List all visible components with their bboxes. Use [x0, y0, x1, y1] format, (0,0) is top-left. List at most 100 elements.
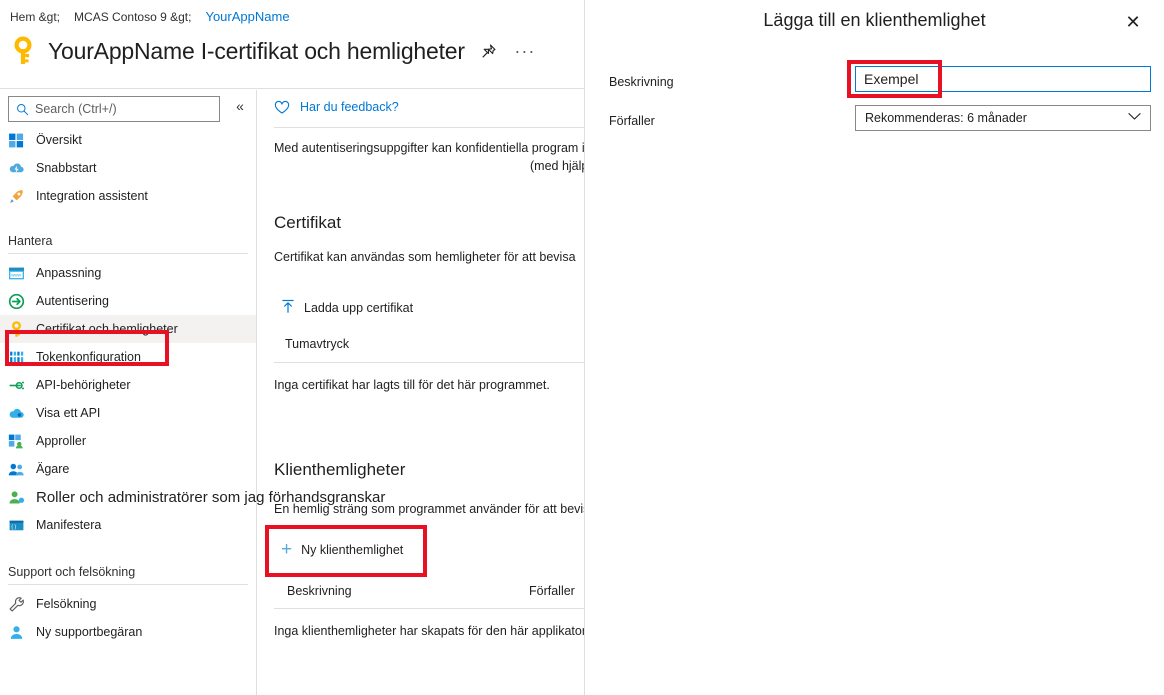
certificates-table-divider [274, 362, 584, 363]
sidebar-item-api-behorigheter[interactable]: API-behörigheter [0, 371, 256, 399]
client-secrets-column-expires: Förfaller [529, 584, 575, 598]
token-bars-icon [8, 349, 25, 366]
sidebar-item-tokenkonfiguration[interactable]: Tokenkonfiguration [0, 343, 256, 371]
sidebar-item-label: Snabbstart [36, 160, 97, 175]
sidebar-group-manage-title: Hantera [8, 234, 53, 248]
sidebar-group-divider-2 [8, 584, 248, 585]
header-divider [0, 88, 584, 89]
sidebar-item-visa-ett-api[interactable]: Visa ett API [0, 399, 256, 427]
key-icon [10, 36, 36, 66]
app-roles-icon [8, 433, 25, 450]
sidebar-item-certifikat-och-hemligheter[interactable]: Certifikat och hemligheter [0, 315, 256, 343]
key-icon [8, 320, 25, 338]
sidebar-item-anpassning[interactable]: www Anpassning [0, 259, 256, 287]
new-client-secret-button[interactable]: + Ny klienthemlighet [281, 539, 404, 560]
sidebar-group-divider [8, 253, 248, 254]
nav-spacer-2 [0, 539, 256, 557]
owners-people-icon [8, 461, 25, 478]
cloud-lightning-icon [8, 160, 25, 177]
upload-certificate-label: Ladda upp certifikat [304, 301, 414, 315]
client-secrets-table-divider [274, 608, 584, 609]
rocket-icon [8, 188, 25, 205]
sidebar-item-approller[interactable]: Approller [0, 427, 256, 455]
certificates-column-thumbprint: Tumavtryck [285, 337, 350, 351]
breadcrumb-spacer [63, 10, 70, 24]
sidebar-item-label: Integration assistent [36, 188, 148, 203]
content-divider [274, 127, 584, 128]
chevron-down-icon [1128, 112, 1141, 124]
certificates-heading: Certifikat [274, 213, 342, 232]
breadcrumb: Hem &gt; MCAS Contoso 9 &gt; YourAppName [10, 9, 290, 24]
add-client-secret-panel: Lägga till en klienthemlighet ✕ Beskrivn… [584, 0, 1164, 695]
breadcrumb-item-home[interactable]: Hem &gt; [10, 10, 60, 24]
sidebar-item-roller-och-administratorer[interactable]: Roller och administratörer som jag förha… [0, 483, 385, 511]
breadcrumb-item-tenant[interactable]: MCAS Contoso 9 &gt; [74, 10, 191, 24]
sidebar-item-snabbstart[interactable]: Snabbstart [0, 154, 256, 182]
roles-admin-icon [8, 489, 25, 506]
app-root: Hem &gt; MCAS Contoso 9 &gt; YourAppName… [0, 0, 1164, 695]
sidebar-item-label: Anpassning [36, 265, 102, 280]
sidebar-item-label: Autentisering [36, 293, 109, 308]
double-chevron-left-icon[interactable]: « [231, 98, 249, 114]
sidebar-item-label: Översikt [36, 132, 82, 147]
sidebar-item-label: Manifestera [36, 517, 102, 532]
sidebar-item-felsokning[interactable]: Felsökning [0, 590, 256, 618]
manifest-icon: { } [8, 517, 25, 534]
support-person-icon [8, 624, 25, 641]
certificates-description: Certifikat kan användas som hemligheter … [274, 250, 576, 264]
description-label: Beskrivning [609, 75, 674, 89]
sidebar-item-label: API-behörigheter [36, 377, 131, 392]
sidebar-item-label: Felsökning [36, 596, 97, 611]
upload-arrow-icon [281, 299, 295, 317]
search-icon [16, 103, 29, 116]
authentication-arrow-icon [8, 293, 25, 310]
sidebar-item-label: Approller [36, 433, 87, 448]
browser-window-icon: www [8, 265, 25, 282]
sidebar-item-ny-supportbegaran[interactable]: Ny supportbegäran [0, 618, 256, 646]
plus-icon: + [281, 539, 293, 560]
sidebar-item-agare[interactable]: Ägare [0, 455, 256, 483]
api-connector-icon [8, 377, 25, 394]
breadcrumb-item-current[interactable]: YourAppName [205, 9, 289, 24]
sidebar-divider [256, 90, 257, 695]
client-secrets-column-description: Beskrivning [287, 584, 352, 598]
sidebar-group-support-title: Support och felsökning [8, 565, 136, 579]
search-input[interactable] [35, 102, 212, 116]
page-header: YourAppName I-certifikat och hemligheter… [10, 36, 537, 66]
new-client-secret-label: Ny klienthemlighet [301, 543, 404, 557]
ellipsis-icon[interactable]: ··· [513, 39, 537, 63]
client-secrets-empty-text: Inga klienthemligheter har skapats för d… [274, 624, 593, 638]
certificates-empty-text: Inga certifikat har lagts till för det h… [274, 378, 550, 392]
sidebar-item-label: Ägare [36, 461, 70, 476]
svg-text:www: www [11, 272, 21, 277]
expires-dropdown[interactable]: Rekommenderas: 6 månader [855, 105, 1151, 131]
close-icon[interactable]: ✕ [1122, 11, 1144, 33]
sidebar-nav: Översikt Snabbstart Integration assisten… [0, 126, 385, 695]
breadcrumb-spacer-2 [195, 10, 202, 24]
expires-dropdown-value: Rekommenderas: 6 månader [865, 111, 1027, 125]
feedback-label: Har du feedback? [300, 100, 399, 114]
sidebar-item-oversikt[interactable]: Översikt [0, 126, 256, 154]
overview-grid-icon [8, 132, 25, 149]
panel-title: Lägga till en klienthemlighet [763, 10, 986, 30]
upload-certificate-button[interactable]: Ladda upp certifikat [281, 299, 413, 317]
client-secrets-description: En hemlig sträng som programmet använder… [274, 502, 636, 516]
cloud-api-icon [8, 405, 25, 422]
search-box[interactable] [8, 96, 220, 122]
heart-icon [274, 100, 290, 115]
sidebar-item-label: Certifikat och hemligheter [36, 321, 178, 336]
sidebar-item-manifestera[interactable]: { } Manifestera [0, 511, 256, 539]
sidebar-item-label: Ny supportbegäran [36, 624, 143, 639]
client-secrets-heading: Klienthemligheter [274, 460, 406, 479]
wrench-icon [8, 596, 25, 613]
pin-icon[interactable] [477, 39, 501, 63]
sidebar-item-autentisering[interactable]: Autentisering [0, 287, 256, 315]
svg-text:{ }: { } [11, 524, 16, 530]
expires-label: Förfaller [609, 114, 655, 128]
description-input[interactable] [855, 66, 1151, 92]
page-title: YourAppName I-certifikat och hemligheter [48, 37, 465, 64]
sidebar-item-integration-assistent[interactable]: Integration assistent [0, 182, 256, 210]
sidebar-item-label: Visa ett API [36, 405, 101, 420]
sidebar-item-label: Tokenkonfiguration [36, 349, 141, 364]
